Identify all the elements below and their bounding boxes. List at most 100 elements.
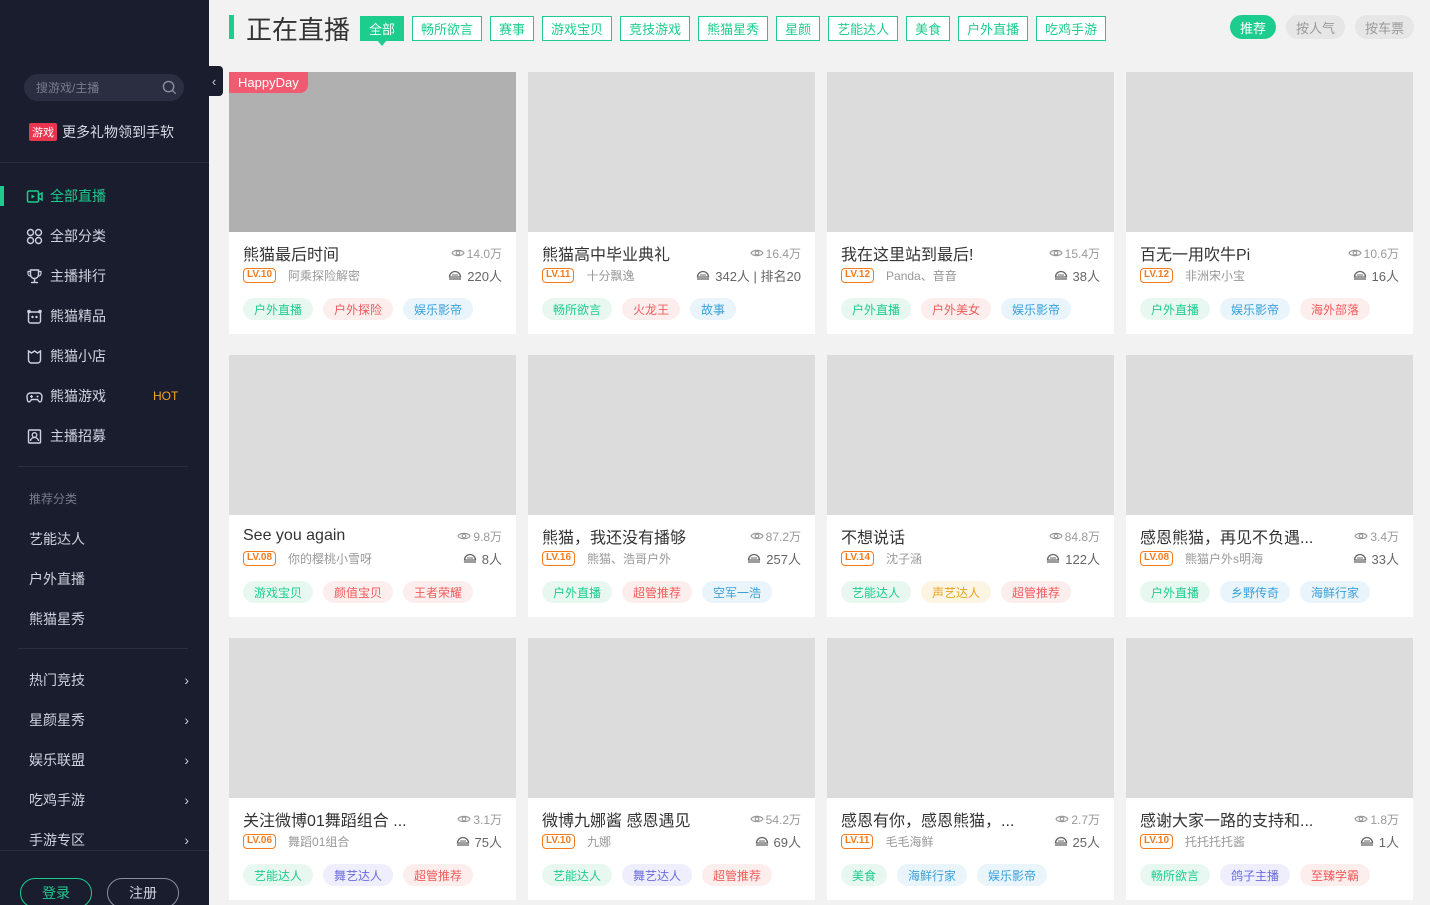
host-name[interactable]: Panda、音音 [886, 267, 957, 284]
host-name[interactable]: 十分飘逸 [586, 267, 634, 284]
category-tag[interactable]: 超管推荐 [702, 864, 773, 886]
category-tag[interactable]: 故事 [690, 298, 737, 320]
search-icon[interactable] [162, 80, 177, 95]
stream-title[interactable]: 熊猫最后时间 [243, 241, 339, 265]
nav-item-all-live[interactable]: 全部直播 [0, 176, 209, 216]
category-tag[interactable]: 舞艺达人 [622, 864, 693, 886]
rec-item[interactable]: 熊猫星秀 [29, 599, 85, 639]
host-name[interactable]: 九娜 [587, 833, 611, 850]
stream-title[interactable]: 我在这里站到最后! [841, 241, 973, 265]
stream-title[interactable]: 百无一用吹牛Pi [1140, 241, 1250, 265]
nav-item-ranking[interactable]: 主播排行 [0, 256, 209, 296]
category-tag[interactable]: 户外直播 [841, 298, 912, 320]
category-tag[interactable]: 户外直播 [243, 298, 314, 320]
group-item[interactable]: 星颜星秀 › [29, 700, 189, 740]
stream-thumbnail[interactable] [229, 355, 516, 515]
tab-category[interactable]: 赛事 [490, 16, 535, 41]
category-tag[interactable]: 王者荣耀 [403, 581, 474, 603]
category-tag[interactable]: 超管推荐 [1001, 581, 1072, 603]
category-tag[interactable]: 美食 [841, 864, 888, 886]
stream-title[interactable]: 熊猫高中毕业典礼 [542, 241, 670, 265]
rec-item[interactable]: 户外直播 [29, 559, 85, 599]
live-card[interactable]: 感谢大家一路的支持和... 1.8万 LV.10 托托托托酱 1人 畅所欲言 鸽子… [1126, 638, 1413, 900]
category-tag[interactable]: 乡野传奇 [1220, 581, 1291, 603]
stream-title[interactable]: See you again [243, 527, 345, 545]
register-button[interactable]: 注册 [107, 878, 179, 905]
category-tag[interactable]: 艺能达人 [243, 864, 314, 886]
nav-item-panda-games[interactable]: 熊猫游戏 HOT [0, 376, 209, 416]
stream-thumbnail[interactable] [528, 638, 815, 798]
stream-thumbnail[interactable] [827, 72, 1114, 232]
stream-title[interactable]: 关注微博01舞蹈组合 ... [243, 807, 407, 831]
stream-title[interactable]: 微博九娜酱 感恩遇见 [542, 807, 690, 831]
tab-category[interactable]: 户外直播 [958, 16, 1029, 41]
category-tag[interactable]: 娱乐影帝 [977, 864, 1048, 886]
nav-item-all-categories[interactable]: 全部分类 [0, 216, 209, 256]
tab-category[interactable]: 吃鸡手游 [1036, 16, 1107, 41]
stream-title[interactable]: 不想说话 [841, 524, 905, 548]
tab-category[interactable]: 艺能达人 [828, 16, 899, 41]
stream-thumbnail[interactable] [827, 638, 1114, 798]
stream-thumbnail[interactable] [1126, 355, 1413, 515]
login-button[interactable]: 登录 [20, 878, 92, 905]
category-tag[interactable]: 海外部落 [1300, 298, 1371, 320]
category-tag[interactable]: 户外直播 [1140, 298, 1211, 320]
category-tag[interactable]: 户外直播 [1140, 581, 1211, 603]
nav-item-panda-shop[interactable]: 熊猫小店 [0, 336, 209, 376]
category-tag[interactable]: 娱乐影帝 [403, 298, 474, 320]
category-tag[interactable]: 海鲜行家 [1300, 581, 1371, 603]
stream-thumbnail[interactable]: HappyDay [229, 72, 516, 232]
sort-button[interactable]: 按车票 [1354, 15, 1414, 39]
group-item[interactable]: 吃鸡手游 › [29, 780, 189, 820]
live-card[interactable]: 熊猫高中毕业典礼 16.4万 LV.11 十分飘逸 342人 | 排名20 畅所… [528, 72, 815, 334]
live-card[interactable]: 不想说话 84.8万 LV.14 沈子涵 122人 艺能达人 声艺达人 超管推荐 [827, 355, 1114, 617]
stream-thumbnail[interactable] [1126, 72, 1413, 232]
stream-title[interactable]: 感谢大家一路的支持和... [1140, 807, 1313, 831]
category-tag[interactable]: 颜值宝贝 [323, 581, 394, 603]
category-tag[interactable]: 畅所欲言 [1140, 864, 1211, 886]
tab-category[interactable]: 游戏宝贝 [542, 16, 613, 41]
stream-thumbnail[interactable] [827, 355, 1114, 515]
host-name[interactable]: 熊猫户外s明海 [1185, 550, 1263, 567]
sort-button[interactable]: 推荐 [1229, 15, 1276, 39]
live-card[interactable]: 微博九娜酱 感恩遇见 54.2万 LV.10 九娜 69人 艺能达人 舞艺达人 超管… [528, 638, 815, 900]
stream-thumbnail[interactable] [528, 72, 815, 232]
live-card[interactable]: 感恩熊猫，再见不负遇... 3.4万 LV.08 熊猫户外s明海 33人 户外直… [1126, 355, 1413, 617]
tab-category[interactable]: 畅所欲言 [412, 16, 483, 41]
category-tag[interactable]: 海鲜行家 [897, 864, 968, 886]
live-card[interactable]: 熊猫，我还没有播够 87.2万 LV.16 熊猫、浩哥户外 257人 户外直播超… [528, 355, 815, 617]
stream-thumbnail[interactable] [528, 355, 815, 515]
host-name[interactable]: 非洲宋小宝 [1185, 267, 1245, 284]
category-tag[interactable]: 娱乐影帝 [1001, 298, 1072, 320]
stream-thumbnail[interactable] [1126, 638, 1413, 798]
host-name[interactable]: 舞蹈01组合 [288, 833, 349, 850]
stream-title[interactable]: 熊猫，我还没有播够 [542, 524, 686, 548]
host-name[interactable]: 阿乘探险解密 [288, 267, 360, 284]
category-tag[interactable]: 空军一浩 [702, 581, 773, 603]
host-name[interactable]: 你的樱桃小雪呀 [288, 550, 372, 567]
category-tag[interactable]: 至臻学霸 [1300, 864, 1371, 886]
live-card[interactable]: 我在这里站到最后! 15.4万 LV.12 Panda、音音 38人 户外直播户… [827, 72, 1114, 334]
search-input[interactable] [36, 74, 156, 101]
nav-item-panda-premium[interactable]: 熊猫精品 [0, 296, 209, 336]
live-card[interactable]: 关注微博01舞蹈组合 ... 3.1万 LV.06 舞蹈01组合 75人 艺能达… [229, 638, 516, 900]
group-item[interactable]: 娱乐联盟 › [29, 740, 189, 780]
category-tag[interactable]: 艺能达人 [542, 864, 613, 886]
rec-item[interactable]: 艺能达人 [29, 519, 85, 559]
category-tag[interactable]: 娱乐影帝 [1220, 298, 1291, 320]
category-tag[interactable]: 户外美女 [921, 298, 992, 320]
category-tag[interactable]: 鸽子主播 [1220, 864, 1291, 886]
collapse-sidebar-button[interactable]: ‹ [205, 66, 223, 96]
category-tag[interactable]: 畅所欲言 [542, 298, 613, 320]
group-item[interactable]: 热门竞技 › [29, 660, 189, 700]
live-card[interactable]: HappyDay 熊猫最后时间 14.0万 LV.10 阿乘探险解密 220人 … [229, 72, 516, 334]
group-item[interactable]: 手游专区 › [29, 820, 189, 860]
category-tag[interactable]: 火龙王 [622, 298, 681, 320]
tab-category[interactable]: 熊猫星秀 [698, 16, 769, 41]
host-name[interactable]: 沈子涵 [886, 550, 922, 567]
live-card[interactable]: 感恩有你，感恩熊猫，... 2.7万 LV.11 毛毛海鲜 25人 美食 海鲜行家… [827, 638, 1114, 900]
stream-title[interactable]: 感恩有你，感恩熊猫，... [841, 807, 1014, 831]
category-tag[interactable]: 户外直播 [542, 581, 613, 603]
promo-link[interactable]: 游戏 更多礼物领到手软 [29, 122, 174, 142]
host-name[interactable]: 熊猫、浩哥户外 [587, 550, 671, 567]
